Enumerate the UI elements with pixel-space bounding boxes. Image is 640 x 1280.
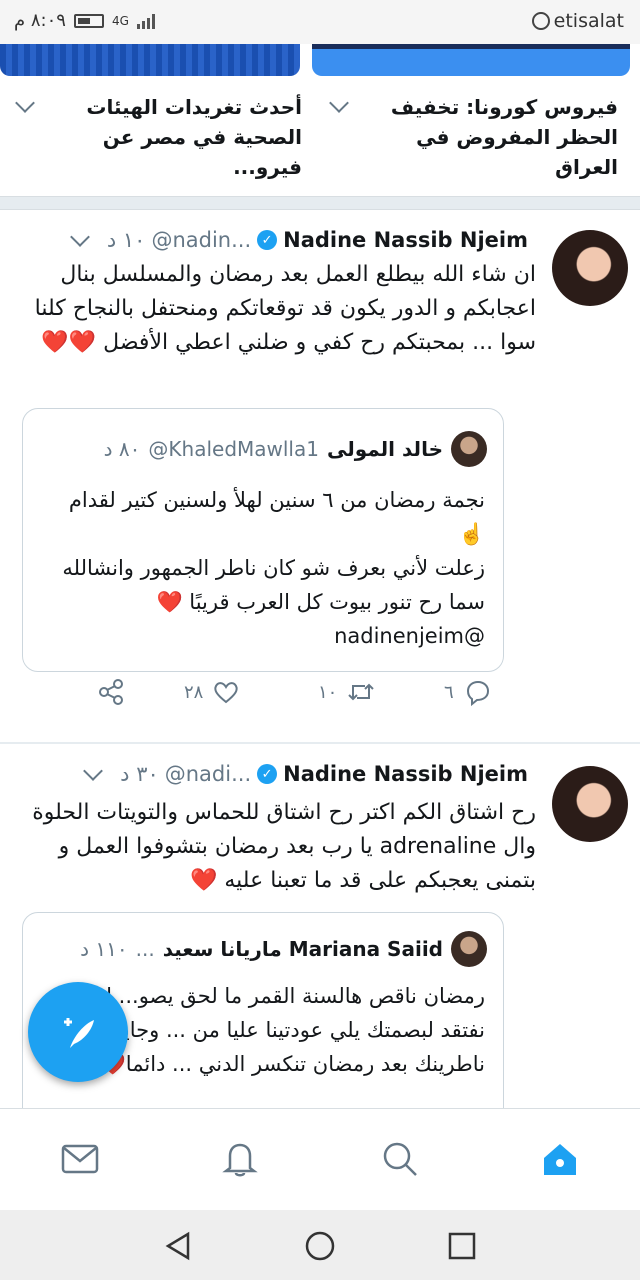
compose-tweet-button[interactable]	[28, 982, 128, 1082]
reply-icon	[466, 680, 489, 707]
quoted-tweet-text: نجمة رمضان من ٦ سنين لهلأ ولسنين كتير لق…	[62, 488, 485, 648]
bottom-tab-bar	[0, 1108, 640, 1210]
quoted-tweet-time: ٨٠ د	[103, 437, 141, 461]
quoted-tweet-author: Mariana Saiid ماريانا سعيد	[162, 937, 443, 961]
retweet-button[interactable]: ١٠	[318, 677, 377, 707]
trend-image-left[interactable]	[0, 44, 300, 76]
quoted-tweet-header: ١١٠ د ... Mariana Saiid ماريانا سعيد	[80, 931, 487, 967]
carrier-text: etisalat	[553, 10, 624, 32]
back-icon[interactable]	[162, 1230, 194, 1262]
chevron-down-icon[interactable]	[15, 93, 35, 113]
share-icon	[99, 679, 123, 705]
bell-icon	[222, 1143, 258, 1177]
quoted-tweet-author: خالد المولى	[326, 437, 443, 461]
tweet-text: ان شاء الله بيطلع العمل بعد رمضان والمسل…	[34, 262, 536, 355]
chevron-down-icon[interactable]	[69, 227, 90, 247]
trend-item-2[interactable]: أحدث تغريدات الهيئات الصحية في مصر عن في…	[40, 92, 302, 182]
like-button[interactable]: ٢٨	[184, 677, 241, 707]
mail-icon	[61, 1144, 99, 1174]
tab-messages[interactable]	[60, 1139, 100, 1179]
signal-icon	[136, 13, 155, 29]
chevron-down-icon[interactable]	[83, 761, 104, 781]
tweet-divider	[0, 742, 640, 744]
section-divider	[0, 196, 640, 210]
verified-icon: ✓	[257, 764, 278, 784]
avatar[interactable]	[552, 230, 628, 306]
status-left: ٨:٠٩ م 4G	[14, 10, 155, 31]
quoted-tweet-handle: @KhaledMawlla1	[148, 437, 319, 461]
system-navigation-bar	[0, 1210, 640, 1280]
tab-search[interactable]	[380, 1139, 420, 1179]
tab-home[interactable]	[540, 1139, 580, 1179]
tweet-author-name[interactable]: Nadine Nassib Njeim	[283, 762, 528, 786]
home-icon	[544, 1144, 576, 1175]
reply-button[interactable]: ٦	[444, 677, 492, 707]
tweet-handle[interactable]: @nadi...	[165, 762, 251, 786]
tweet-author-name[interactable]: Nadine Nassib Njeim	[283, 228, 528, 252]
tweet-time: ٣٠ د	[120, 762, 159, 786]
quoted-avatar	[451, 931, 487, 967]
tab-notifications[interactable]	[220, 1139, 260, 1179]
retweet-count: ١٠	[318, 681, 338, 703]
status-bar: ٨:٠٩ م 4G etisalat	[0, 0, 640, 44]
quoted-tweet-header: ٨٠ د @KhaledMawlla1 خالد المولى	[104, 431, 487, 467]
tweet-header: ٣٠ د @nadi... ✓ Nadine Nassib Njeim	[83, 761, 528, 786]
trend-image-right[interactable]	[312, 44, 630, 76]
heart-icon	[214, 682, 239, 704]
verified-icon: ✓	[257, 230, 278, 250]
quoted-avatar	[451, 431, 487, 467]
tweet-text: رح اشتاق الكم اكتر رح اشتاق للحماس والتو…	[32, 800, 536, 893]
quoted-tweet[interactable]: ٨٠ د @KhaledMawlla1 خالد المولى نجمة رمض…	[22, 408, 504, 672]
recent-apps-icon[interactable]	[446, 1230, 478, 1262]
search-icon	[383, 1142, 417, 1176]
chevron-down-icon[interactable]	[329, 93, 349, 113]
avatar[interactable]	[552, 766, 628, 842]
whatsapp-icon	[531, 12, 550, 30]
share-button[interactable]	[96, 677, 126, 707]
tweet-handle[interactable]: @nadin...	[151, 228, 251, 252]
quoted-tweet-handle: ...	[135, 937, 155, 961]
tweet-header: ١٠ د @nadin... ✓ Nadine Nassib Njeim	[69, 227, 528, 252]
time-text: ٨:٠٩ م	[14, 10, 66, 31]
reply-count: ٦	[444, 681, 454, 703]
quoted-tweet-time: ١١٠ د	[80, 937, 128, 961]
home-circle-icon[interactable]	[304, 1230, 336, 1262]
tweet-time: ١٠ د	[106, 228, 146, 252]
network-text: 4G	[111, 13, 129, 28]
trend-item-1[interactable]: فيروس كورونا: تخفيف الحظر المفروض في الع…	[356, 92, 618, 182]
battery-icon	[73, 13, 104, 28]
like-count: ٢٨	[184, 681, 204, 703]
retweet-icon	[348, 683, 375, 701]
compose-feather-icon	[64, 1018, 94, 1048]
carrier: etisalat	[531, 10, 624, 32]
